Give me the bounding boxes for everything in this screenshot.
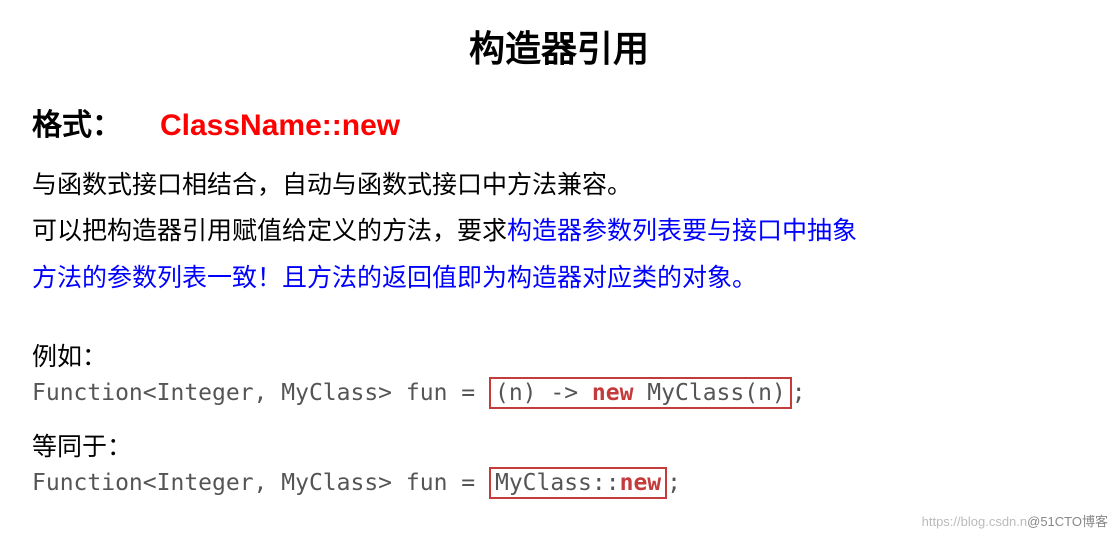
- watermark-light: https://blog.csdn.n: [922, 514, 1028, 529]
- body-line-2-black: 可以把构造器引用赋值给定义的方法，要求: [32, 217, 507, 245]
- watermark: https://blog.csdn.n@51CTO博客: [922, 511, 1108, 530]
- example-1-code: Function<Integer, MyClass> fun = (n) -> …: [32, 377, 1086, 409]
- body-paragraph: 与函数式接口相结合，自动与函数式接口中方法兼容。 可以把构造器引用赋值给定义的方…: [32, 162, 1086, 301]
- lambda-part2: MyClass(n): [633, 380, 785, 406]
- method-ref-highlight-box: MyClass::new: [489, 467, 667, 499]
- example-2-code: Function<Integer, MyClass> fun = MyClass…: [32, 467, 1086, 499]
- format-label: 格式：: [32, 100, 122, 144]
- format-value: ClassName::new: [160, 109, 400, 143]
- example-2: 等同于： Function<Integer, MyClass> fun = My…: [32, 427, 1086, 499]
- method-ref-part1: MyClass::: [495, 470, 620, 496]
- new-keyword: new: [592, 380, 634, 406]
- body-line-1: 与函数式接口相结合，自动与函数式接口中方法兼容。: [32, 171, 632, 199]
- code-prefix: Function<Integer, MyClass> fun =: [32, 470, 489, 496]
- body-line-3-blue: 方法的参数列表一致！且方法的返回值即为构造器对应类的对象。: [32, 264, 757, 292]
- code-suffix: ;: [792, 380, 806, 406]
- example-1: 例如： Function<Integer, MyClass> fun = (n)…: [32, 337, 1086, 409]
- new-keyword: new: [620, 470, 662, 496]
- body-line-2-blue: 构造器参数列表要与接口中抽象: [507, 217, 857, 245]
- page-title: 构造器引用: [32, 20, 1086, 72]
- code-prefix: Function<Integer, MyClass> fun =: [32, 380, 489, 406]
- format-line: 格式： ClassName::new: [32, 100, 1086, 144]
- example-2-label: 等同于：: [32, 427, 1086, 463]
- lambda-highlight-box: (n) -> new MyClass(n): [489, 377, 792, 409]
- lambda-part1: (n) ->: [495, 380, 592, 406]
- example-1-label: 例如：: [32, 337, 1086, 373]
- code-suffix: ;: [667, 470, 681, 496]
- watermark-dark: @51CTO博客: [1027, 514, 1108, 529]
